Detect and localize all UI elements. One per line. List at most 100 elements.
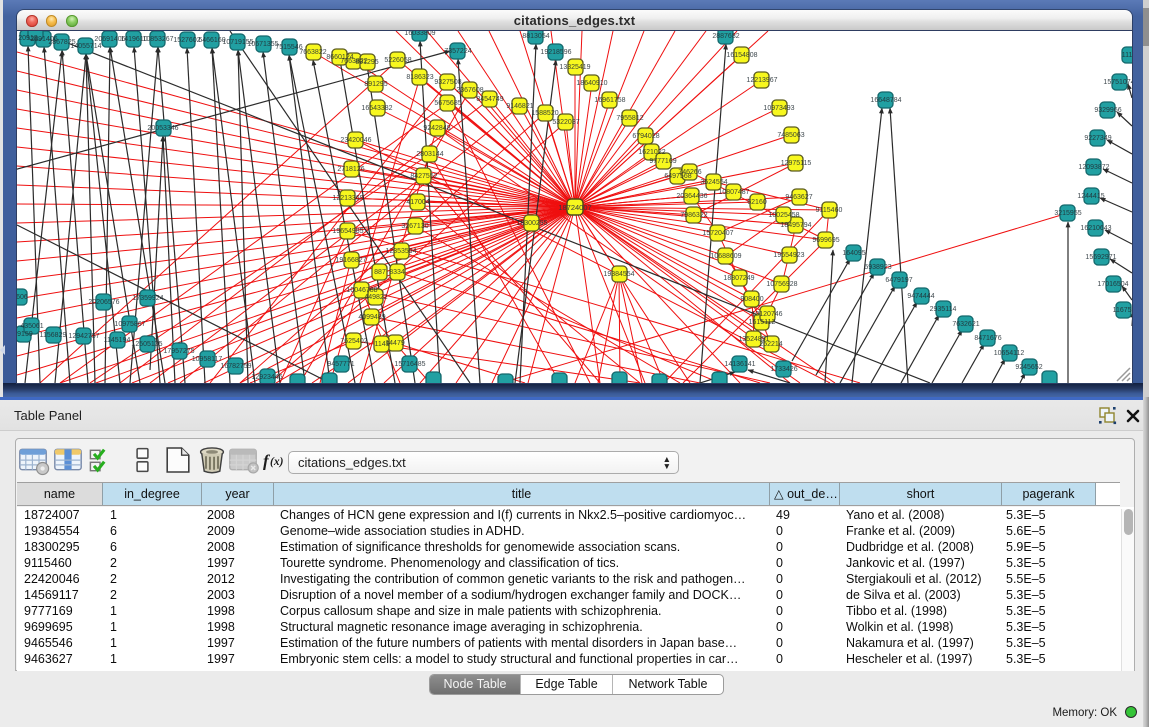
svg-text:13325419: 13325419 (559, 64, 590, 71)
svg-text:9463627: 9463627 (785, 194, 812, 201)
svg-text:2718126: 2718126 (337, 166, 364, 173)
svg-text:116753: 116753 (1113, 307, 1132, 314)
svg-text:9457771: 9457771 (327, 361, 354, 368)
svg-text:7357224: 7357224 (444, 48, 471, 55)
svg-text:449822: 449822 (364, 294, 387, 301)
svg-text:7955812: 7955812 (616, 115, 643, 122)
svg-text:3267130: 3267130 (401, 223, 428, 230)
svg-text:(x): (x) (270, 456, 284, 468)
svg-text:10120746: 10120746 (751, 311, 782, 318)
svg-text:16210643: 16210643 (1080, 225, 1111, 232)
svg-text:16961758: 16961758 (594, 97, 625, 104)
svg-text:18300295: 18300295 (516, 220, 547, 227)
svg-text:9146821: 9146821 (506, 103, 533, 110)
svg-text:1145194: 1145194 (104, 337, 131, 344)
svg-text:8427552: 8427552 (410, 173, 437, 180)
svg-text:8334: 8334 (389, 269, 405, 276)
svg-text:18640910: 18640910 (576, 80, 607, 87)
svg-text:9327508: 9327508 (434, 79, 461, 86)
svg-text:4099489: 4099489 (358, 314, 385, 321)
svg-text:1156829: 1156829 (40, 332, 67, 339)
svg-text:8454749: 8454749 (476, 96, 503, 103)
svg-text:891295: 891295 (355, 59, 378, 66)
svg-text:8813054: 8813054 (522, 33, 549, 40)
svg-text:14136141: 14136141 (724, 361, 755, 368)
svg-text:1733426: 1733426 (770, 366, 797, 373)
svg-text:252214: 252214 (759, 341, 782, 348)
svg-text:16782759: 16782759 (220, 363, 251, 370)
svg-text:12353594: 12353594 (385, 248, 416, 255)
svg-text:1621022: 1621022 (638, 149, 665, 156)
svg-text:9115460: 9115460 (816, 207, 843, 214)
svg-text:10671355: 10671355 (247, 41, 278, 48)
svg-text:10688609: 10688609 (710, 253, 741, 260)
svg-text:8660124: 8660124 (326, 54, 353, 61)
svg-text:746266: 746266 (678, 169, 701, 176)
svg-text:10973493: 10973493 (763, 105, 794, 112)
svg-text:18495794: 18495794 (780, 222, 811, 229)
svg-text:19654923: 19654923 (773, 252, 804, 259)
svg-text:12923446: 12923446 (251, 374, 282, 381)
svg-text:435061: 435061 (20, 323, 43, 330)
svg-text:164095: 164095 (842, 250, 865, 257)
svg-text:10975867: 10975867 (114, 321, 145, 328)
svg-text:7663822: 7663822 (299, 49, 326, 56)
svg-text:1615112: 1615112 (749, 319, 776, 326)
svg-text:17359924: 17359924 (132, 295, 163, 302)
svg-text:9699695: 9699695 (812, 237, 839, 244)
svg-text:19654985: 19654985 (332, 228, 363, 235)
svg-text:5322037: 5322037 (552, 119, 579, 126)
svg-text:16154808: 16154808 (726, 52, 757, 59)
svg-text:15716485: 15716485 (394, 361, 425, 368)
svg-text:6479197: 6479197 (885, 277, 912, 284)
svg-text:10807487: 10807487 (718, 189, 749, 196)
svg-text:9227349: 9227349 (1084, 135, 1111, 142)
svg-text:5226058: 5226058 (384, 57, 411, 64)
svg-text:6794028: 6794028 (632, 133, 659, 140)
svg-text:1244415: 1244415 (1077, 193, 1104, 200)
svg-text:18807249: 18807249 (723, 275, 754, 282)
svg-text:1588520: 1588520 (531, 110, 558, 117)
svg-text:14055714: 14055714 (70, 43, 101, 50)
svg-text:62160: 62160 (747, 199, 767, 206)
svg-text:9777169: 9777169 (649, 158, 676, 165)
svg-text:8186323: 8186323 (406, 74, 433, 81)
svg-text:9329966: 9329966 (1094, 107, 1121, 114)
svg-text:9474444: 9474444 (907, 293, 934, 300)
svg-text:12213369: 12213369 (332, 195, 363, 202)
svg-text:7986322: 7986322 (680, 212, 707, 219)
svg-text:10654112: 10654112 (994, 350, 1025, 357)
svg-text:10958117: 10958117 (192, 356, 223, 363)
svg-text:16648784: 16648784 (870, 97, 901, 104)
svg-text:908400: 908400 (740, 296, 763, 303)
svg-text:5938923: 5938923 (864, 264, 891, 271)
svg-text:1527602: 1527602 (173, 37, 200, 44)
svg-text:9245652: 9245652 (1015, 364, 1042, 371)
svg-text:19384554: 19384554 (603, 271, 634, 278)
svg-text:2367608: 2367608 (456, 87, 483, 94)
svg-text:17016504: 17016504 (1097, 281, 1128, 288)
svg-text:1149: 1149 (374, 341, 389, 348)
svg-text:7485063: 7485063 (777, 132, 804, 139)
svg-text:23420046: 23420046 (340, 137, 371, 144)
svg-text:16033809: 16033809 (404, 31, 435, 37)
svg-text:20364436: 20364436 (676, 193, 707, 200)
svg-text:17957275: 17957275 (163, 348, 194, 355)
svg-text:10046788: 10046788 (346, 287, 377, 294)
svg-text:15692971: 15692971 (1085, 254, 1116, 261)
svg-text:8471676: 8471676 (974, 335, 1001, 342)
svg-text:19166827: 19166827 (335, 257, 366, 264)
svg-text:12975115: 12975115 (781, 160, 812, 167)
svg-text:19218596: 19218596 (540, 49, 571, 56)
svg-text:20206576: 20206576 (88, 299, 119, 306)
svg-text:20053346: 20053346 (147, 125, 178, 132)
svg-text:15751074: 15751074 (1103, 79, 1132, 86)
svg-text:10756928: 10756928 (766, 281, 797, 288)
svg-text:2887682: 2887682 (712, 33, 739, 40)
svg-text:891295: 891295 (364, 81, 387, 88)
svg-text:15720407: 15720407 (702, 230, 733, 237)
svg-text:5675685: 5675685 (434, 100, 461, 107)
svg-text:9242848: 9242848 (423, 125, 450, 132)
svg-text:10025458: 10025458 (768, 212, 799, 219)
svg-text:2803144: 2803144 (416, 151, 443, 158)
